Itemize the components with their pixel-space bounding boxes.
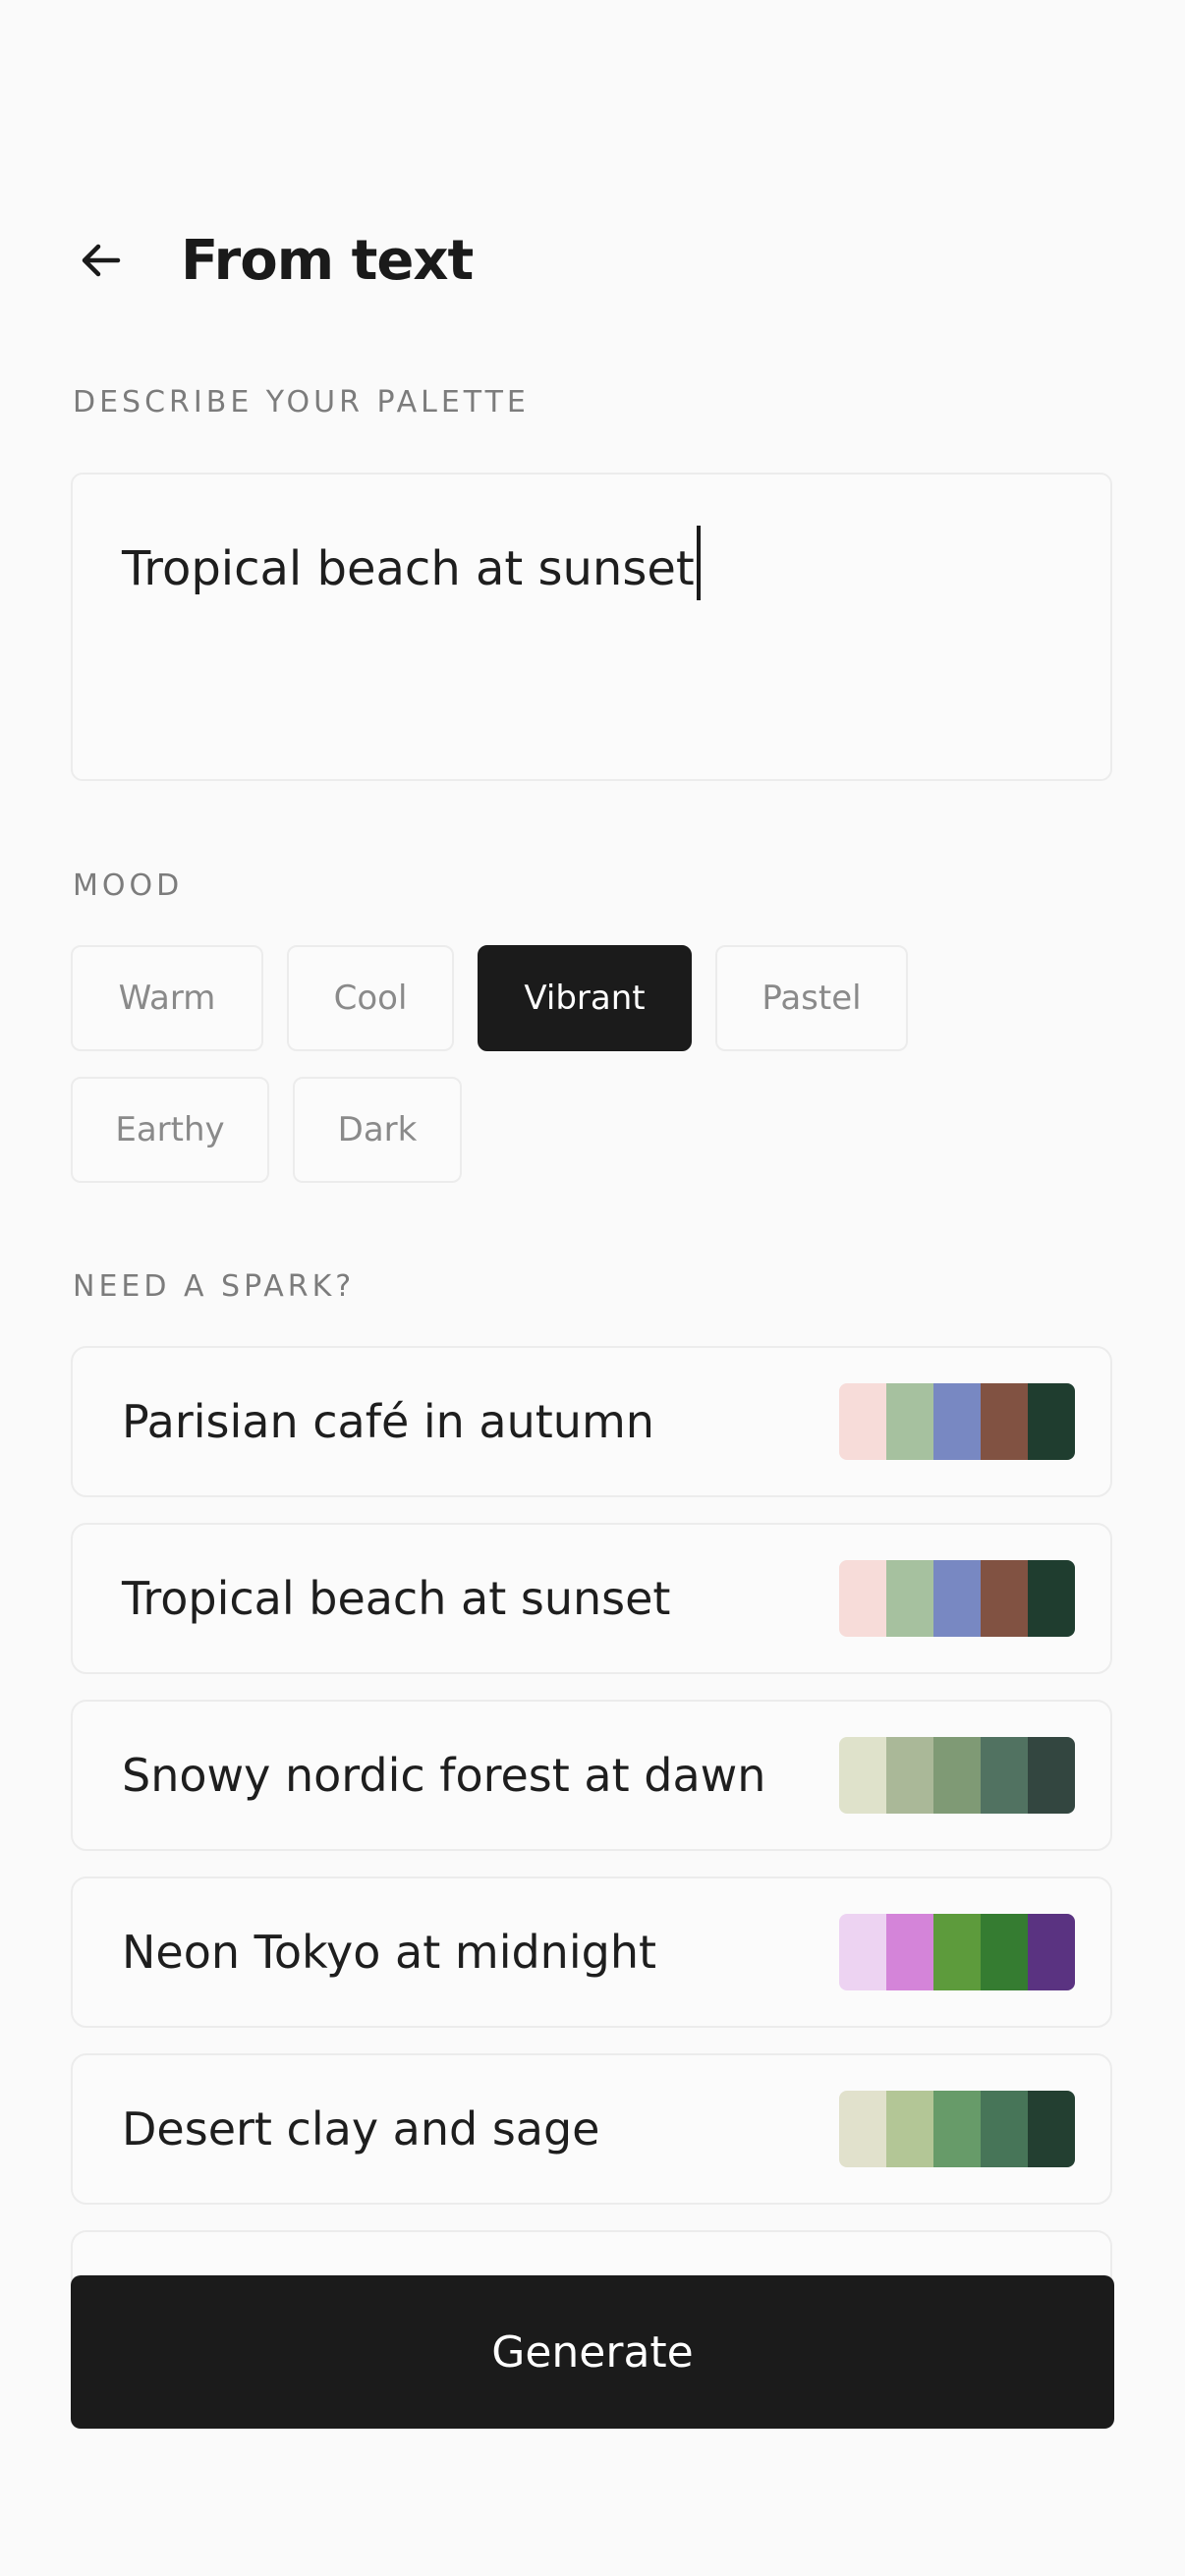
swatch [886, 2091, 933, 2167]
palette-swatches [839, 1737, 1075, 1814]
mood-chip-pastel[interactable]: Pastel [715, 945, 908, 1051]
spark-item-tropical-beach[interactable]: Tropical beach at sunset [71, 1523, 1112, 1674]
header: From text [71, 216, 474, 305]
swatch [933, 1737, 981, 1814]
swatch [933, 1914, 981, 1990]
swatch [1028, 1914, 1075, 1990]
swatch [886, 1560, 933, 1637]
swatch [1028, 2091, 1075, 2167]
spark-item-neon-tokyo[interactable]: Neon Tokyo at midnight [71, 1876, 1112, 2028]
swatch [1028, 1383, 1075, 1460]
swatch [981, 1560, 1028, 1637]
generate-button[interactable]: Generate [71, 2275, 1114, 2429]
swatch [886, 1914, 933, 1990]
swatch [933, 1560, 981, 1637]
swatch [886, 1383, 933, 1460]
swatch [1028, 1737, 1075, 1814]
swatch [981, 2091, 1028, 2167]
palette-swatches [839, 1914, 1075, 1990]
swatch [933, 1383, 981, 1460]
palette-swatches [839, 2091, 1075, 2167]
swatch [839, 1560, 886, 1637]
mood-chip-warm[interactable]: Warm [71, 945, 263, 1051]
spark-label: NEED A SPARK? [73, 1269, 356, 1304]
spark-item-label: Neon Tokyo at midnight [122, 1926, 657, 1979]
spark-item-desert-clay[interactable]: Desert clay and sage [71, 2053, 1112, 2205]
describe-label: DESCRIBE YOUR PALETTE [73, 385, 530, 420]
spark-item-label: Parisian café in autumn [122, 1395, 654, 1448]
swatch [839, 2091, 886, 2167]
palette-swatches [839, 1560, 1075, 1637]
mood-chip-cool[interactable]: Cool [287, 945, 454, 1051]
mood-chip-vibrant[interactable]: Vibrant [478, 945, 692, 1051]
swatch [839, 1914, 886, 1990]
spark-item-label: Desert clay and sage [122, 2102, 600, 2156]
mood-chip-earthy[interactable]: Earthy [71, 1077, 269, 1183]
palette-swatches [839, 1383, 1075, 1460]
swatch [981, 1914, 1028, 1990]
swatch [839, 1737, 886, 1814]
swatch [1028, 1560, 1075, 1637]
swatch [886, 1737, 933, 1814]
swatch [933, 2091, 981, 2167]
arrow-left-icon [82, 244, 121, 277]
palette-description-text: Tropical beach at sunset [122, 541, 695, 596]
swatch [981, 1737, 1028, 1814]
from-text-screen: From text DESCRIBE YOUR PALETTE Tropical… [0, 0, 1185, 2576]
back-button[interactable] [71, 231, 130, 290]
spark-item-label: Snowy nordic forest at dawn [122, 1749, 766, 1802]
text-caret [696, 526, 701, 600]
spark-item-nordic-forest[interactable]: Snowy nordic forest at dawn [71, 1700, 1112, 1851]
palette-description-input[interactable]: Tropical beach at sunset [71, 473, 1112, 781]
mood-chip-dark[interactable]: Dark [293, 1077, 462, 1183]
page-title: From text [181, 228, 474, 293]
mood-label: MOOD [73, 868, 184, 903]
spark-item-parisian-cafe[interactable]: Parisian café in autumn [71, 1346, 1112, 1497]
swatch [981, 1383, 1028, 1460]
spark-item-label: Tropical beach at sunset [122, 1572, 671, 1625]
swatch [839, 1383, 886, 1460]
